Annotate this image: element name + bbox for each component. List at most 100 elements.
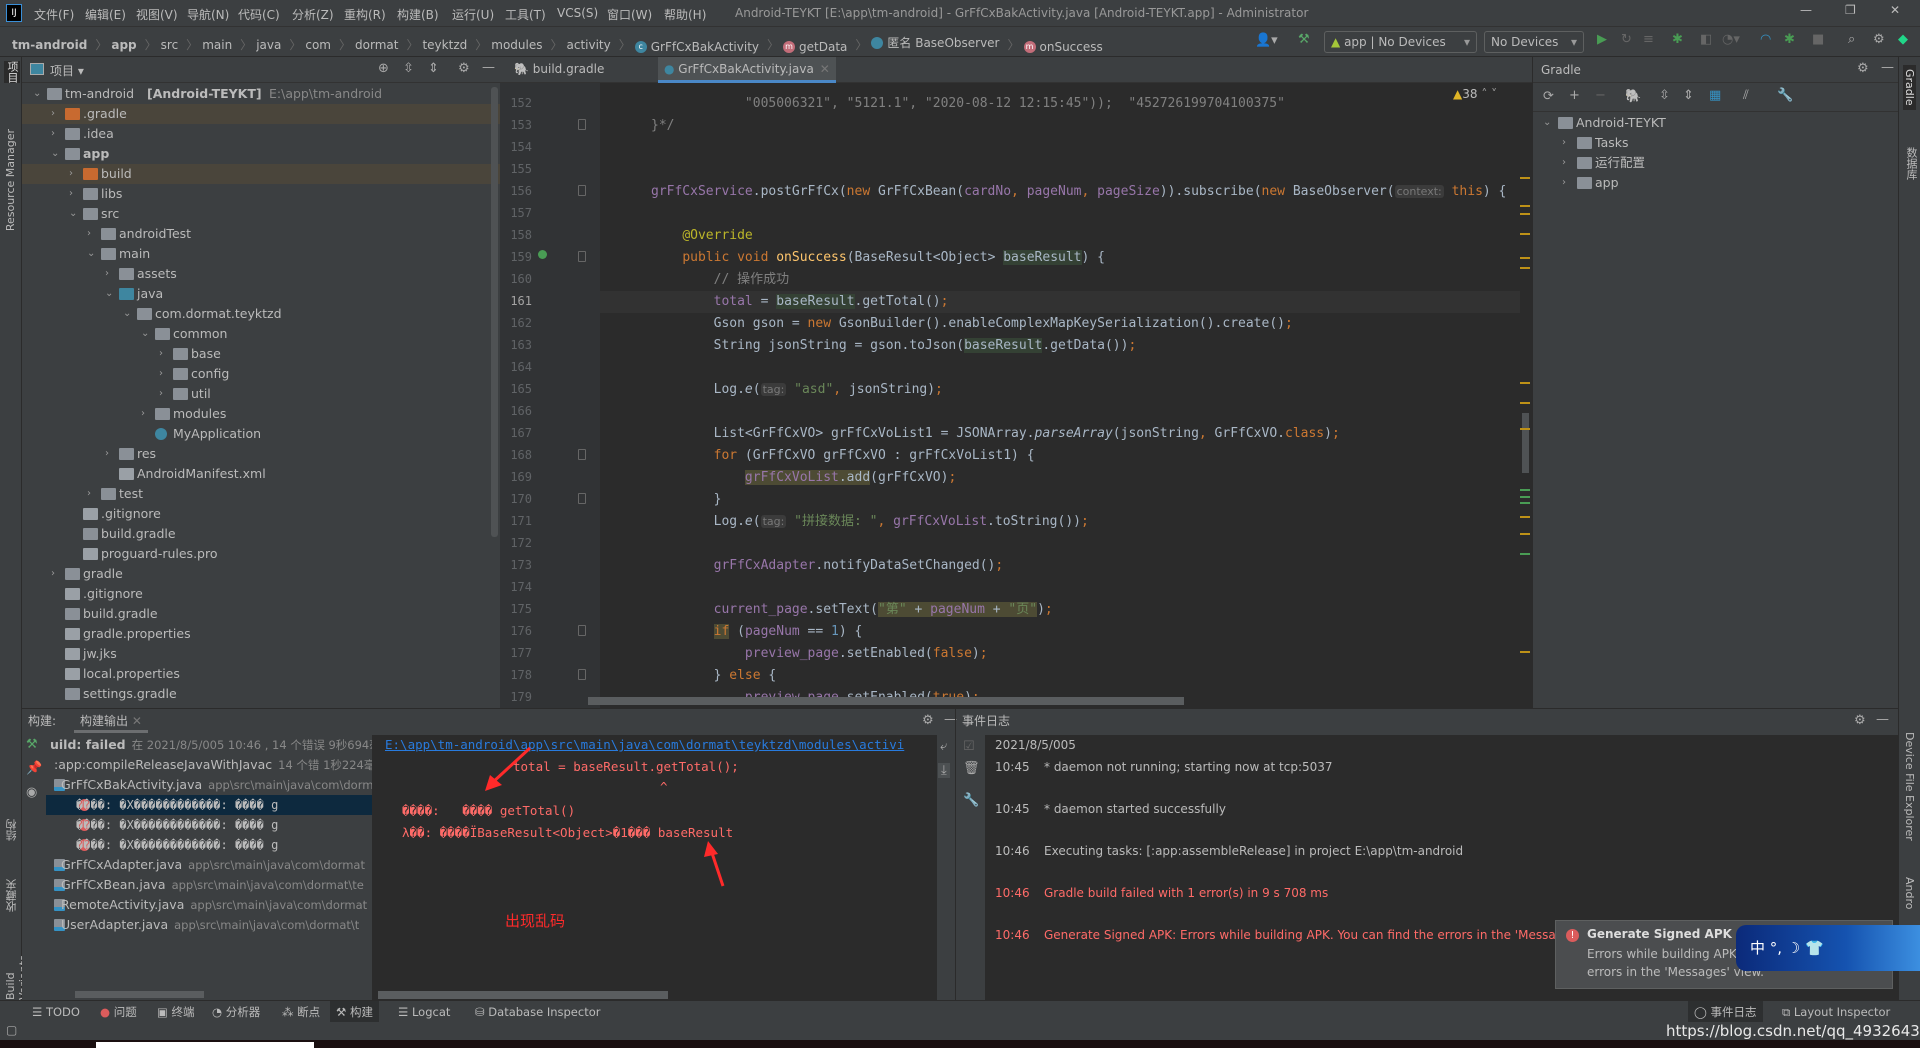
- chevron-right-icon[interactable]: ›: [87, 224, 97, 244]
- tree-item[interactable]: ⌄ main: [22, 244, 500, 264]
- plugin-icon[interactable]: ◆: [1898, 32, 1908, 47]
- gradle-tree-item[interactable]: › 运行配置: [1533, 153, 1899, 173]
- error-stripe-marker[interactable]: [1520, 516, 1530, 518]
- chevron-down-icon[interactable]: ⌄: [1543, 113, 1553, 133]
- menu-item[interactable]: 运行(U): [452, 6, 494, 23]
- chevron-down-icon[interactable]: ⌄: [87, 244, 97, 264]
- error-stripe-marker[interactable]: [1520, 213, 1530, 215]
- breadcrumb-item[interactable]: activity: [567, 38, 611, 52]
- chevron-right-icon[interactable]: ›: [105, 264, 115, 284]
- tree-item[interactable]: › .gradle: [22, 104, 500, 124]
- code-line[interactable]: }: [651, 489, 722, 511]
- menu-item[interactable]: 视图(V): [136, 6, 178, 23]
- menu-item[interactable]: 帮助(H): [664, 6, 706, 23]
- build-tree-item[interactable]: ����: �X������������: ���� g: [46, 795, 372, 815]
- code-line[interactable]: }*/: [651, 115, 674, 137]
- debug-icon[interactable]: ✱: [1672, 32, 1683, 47]
- code-line[interactable]: if (pageNum == 1) {: [651, 621, 862, 643]
- wrench-icon[interactable]: 🔧: [1777, 88, 1793, 103]
- code-line[interactable]: for (GrFfCxVO grFfCxVO : grFfCxVoList1) …: [651, 445, 1035, 467]
- hammer-build-icon[interactable]: ⚒: [1298, 32, 1310, 47]
- fold-marker-icon[interactable]: [578, 449, 586, 460]
- user-icon[interactable]: 👤▾: [1255, 33, 1278, 48]
- breadcrumb-item[interactable]: main: [202, 38, 232, 52]
- tree-item[interactable]: › assets: [22, 264, 500, 284]
- toggle-tool-windows-icon[interactable]: ▢: [6, 1023, 17, 1037]
- build-tree-item[interactable]: UserAdapter.java app\src\main\java\com\do…: [46, 915, 372, 935]
- minimize-icon[interactable]: —: [482, 60, 495, 75]
- favorites-tab[interactable]: 收藏夹: [4, 879, 20, 912]
- eye-icon[interactable]: ◉: [26, 785, 37, 800]
- breadcrumb-item[interactable]: com: [305, 38, 331, 52]
- tree-item[interactable]: › libs: [22, 184, 500, 204]
- profile-icon[interactable]: ◧: [1700, 32, 1712, 47]
- gear-icon[interactable]: ⚙: [458, 61, 470, 76]
- event-message[interactable]: Generate Signed APK: Errors while buildi…: [1044, 928, 1571, 942]
- trash-icon[interactable]: 🗑: [963, 761, 980, 776]
- breadcrumb-item[interactable]: 匿名 BaseObserver: [871, 34, 1000, 51]
- dependencies-icon[interactable]: ▦: [1709, 88, 1721, 103]
- chevron-right-icon[interactable]: ›: [141, 404, 151, 424]
- wrench-icon[interactable]: 🔧: [963, 793, 979, 808]
- android-tool-tab[interactable]: Andro: [1903, 877, 1916, 910]
- gear-icon[interactable]: ⚙: [1857, 61, 1869, 76]
- todo-tab[interactable]: ☰ TODO: [26, 1001, 86, 1023]
- build-tree-scrollbar[interactable]: [75, 991, 204, 998]
- tree-item[interactable]: ⌄ src: [22, 204, 500, 224]
- code-line[interactable]: List<GrFfCxVO> grFfCxVoList1 = JSONArray…: [651, 423, 1340, 445]
- menu-item[interactable]: 分析(Z): [292, 6, 334, 23]
- tree-item[interactable]: ⌄ app: [22, 144, 500, 164]
- fold-marker-icon[interactable]: [578, 669, 586, 680]
- code-line[interactable]: public void onSuccess(BaseResult<Object>…: [651, 247, 1105, 269]
- tree-item[interactable]: › config: [22, 364, 500, 384]
- breadcrumb-item[interactable]: src: [161, 38, 179, 52]
- menu-item[interactable]: 窗口(W): [607, 6, 652, 23]
- menu-item[interactable]: 编辑(E): [85, 6, 126, 23]
- code-line[interactable]: Log.e(tag: "asd", jsonString);: [651, 379, 943, 401]
- expand-all-icon[interactable]: ⇳: [1659, 88, 1670, 103]
- chevron-down-icon[interactable]: ⌄: [69, 204, 79, 224]
- tree-item[interactable]: › gradle: [22, 564, 500, 584]
- maximize-button[interactable]: ❐: [1845, 3, 1856, 17]
- chevron-right-icon[interactable]: ›: [1562, 173, 1572, 193]
- tree-item[interactable]: .gitignore: [22, 584, 500, 604]
- layout-inspector-tab[interactable]: ⧉ Layout Inspector: [1776, 1001, 1896, 1023]
- add-icon[interactable]: +: [1569, 88, 1580, 103]
- menu-item[interactable]: 重构(R): [344, 6, 386, 23]
- breadcrumb-item[interactable]: m getData: [783, 40, 847, 54]
- database-tool-tab[interactable]: 数据库: [1903, 147, 1919, 180]
- tree-item[interactable]: › .idea: [22, 124, 500, 144]
- tree-item[interactable]: ⌄ com.dormat.teyktzd: [22, 304, 500, 324]
- apply-changes-icon[interactable]: ↻: [1621, 32, 1632, 47]
- build-tree-item[interactable]: GrFfCxBakActivity.java app\src\main\java\…: [46, 775, 372, 795]
- tree-item[interactable]: local.properties: [22, 664, 500, 684]
- chevron-right-icon[interactable]: ›: [51, 124, 61, 144]
- remove-icon[interactable]: −: [1595, 88, 1606, 103]
- fold-marker-icon[interactable]: [578, 625, 586, 636]
- error-stripe-marker[interactable]: [1520, 205, 1530, 207]
- run-icon[interactable]: ▶: [1597, 32, 1607, 47]
- output-scrollbar[interactable]: [378, 991, 668, 999]
- search-icon[interactable]: ⌕: [1848, 32, 1855, 47]
- tree-item[interactable]: build.gradle: [22, 524, 500, 544]
- minimize-button[interactable]: —: [1800, 3, 1812, 17]
- chevron-right-icon[interactable]: ›: [69, 164, 79, 184]
- chevron-right-icon[interactable]: ›: [159, 344, 169, 364]
- build-output-tab[interactable]: 构建输出 ✕: [74, 709, 148, 733]
- soft-wrap-icon[interactable]: ⤶: [940, 739, 947, 754]
- error-stripe-marker[interactable]: [1520, 502, 1530, 504]
- error-stripe-marker[interactable]: [1520, 233, 1530, 235]
- menu-item[interactable]: 文件(F): [34, 6, 74, 23]
- build-tree-item[interactable]: GrFfCxAdapter.java app\src\main\java\com\…: [46, 855, 372, 875]
- run-config-dropdown[interactable]: ▲ app | No Devices ▾: [1324, 31, 1477, 53]
- chevron-right-icon[interactable]: ›: [87, 484, 97, 504]
- chevron-right-icon[interactable]: ›: [159, 364, 169, 384]
- chevron-right-icon[interactable]: ›: [105, 444, 115, 464]
- pin-icon[interactable]: 📌: [26, 761, 42, 776]
- profiler-icon[interactable]: ◠: [1760, 32, 1771, 47]
- project-scrollbar[interactable]: [491, 87, 498, 537]
- gradle-tree-item[interactable]: ⌄ Android-TEYKT: [1533, 113, 1899, 133]
- code-area[interactable]: 152 "005006321", "5121.1", "2020-08-12 1…: [500, 83, 1532, 708]
- chevron-right-icon[interactable]: ›: [51, 104, 61, 124]
- stop-icon[interactable]: ■: [1812, 32, 1824, 47]
